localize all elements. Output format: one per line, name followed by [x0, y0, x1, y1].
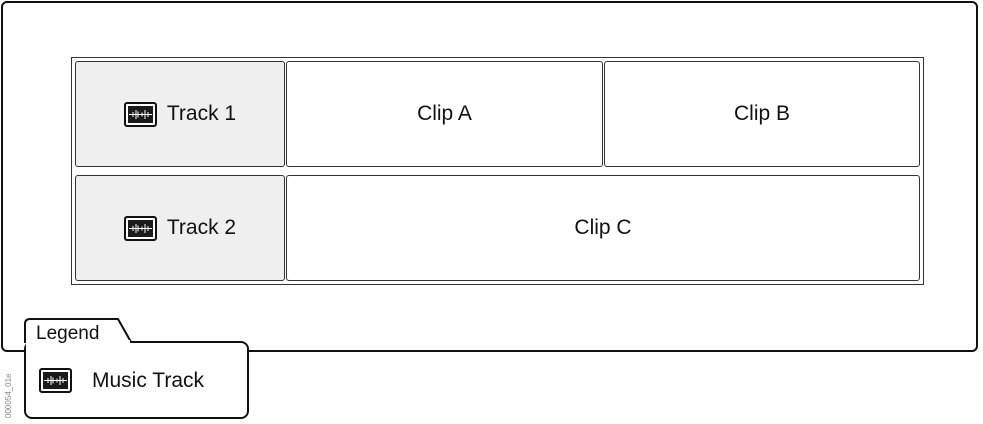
- legend-title: Legend: [36, 323, 100, 344]
- track-label: Track 1: [166, 102, 237, 125]
- track-row: Track 1 Clip A Clip B: [75, 61, 920, 167]
- track-header[interactable]: Track 1: [75, 61, 285, 167]
- tracks-panel: Track 1 Clip A Clip B Track 2 Clip C: [71, 57, 924, 285]
- music-track-icon: [39, 368, 72, 393]
- track-row: Track 2 Clip C: [75, 175, 920, 281]
- track-label: Track 2: [166, 216, 237, 239]
- music-track-icon: [123, 215, 157, 241]
- clip[interactable]: Clip B: [604, 61, 920, 167]
- clip[interactable]: Clip A: [286, 61, 603, 167]
- legend-item: Music Track: [39, 368, 204, 393]
- legend-item-label: Music Track: [92, 368, 205, 392]
- image-code: 000054_01e: [4, 373, 13, 419]
- track-header[interactable]: Track 2: [75, 175, 285, 281]
- clip[interactable]: Clip C: [286, 175, 920, 281]
- music-track-icon: [123, 101, 157, 127]
